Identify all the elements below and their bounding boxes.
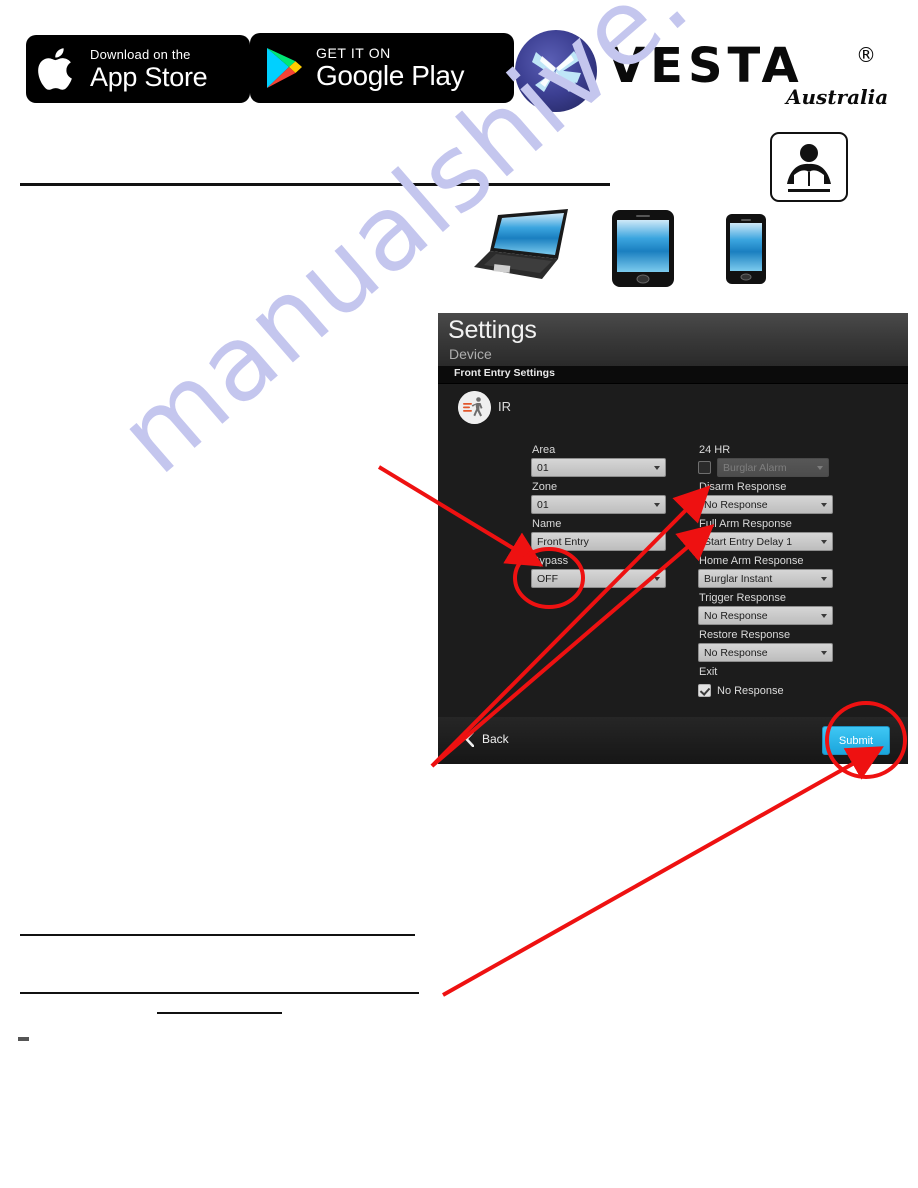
home-arm-response-value: Burglar Instant	[704, 572, 773, 585]
exit-no-response-checkbox[interactable]	[698, 684, 711, 697]
field-label-bypass: Bypass	[532, 555, 569, 567]
google-play-badge-large-text: Google Play	[316, 60, 465, 91]
field-label-disarm-response: Disarm Response	[699, 481, 787, 493]
app-store-badge-small-text: Download on the	[90, 46, 191, 62]
field-label-name: Name	[532, 518, 562, 530]
form-column-left: Area 01 Zone 01 Name Front Entry Bypass …	[531, 443, 666, 591]
chevron-down-icon	[821, 651, 827, 655]
device-type-label: IR	[498, 399, 511, 414]
submit-label: Submit	[838, 734, 874, 747]
chevron-down-icon	[817, 466, 823, 470]
field-label-zone: Zone	[532, 481, 558, 493]
field-bypass: Bypass OFF	[531, 554, 666, 588]
brand-region: Australia	[784, 85, 888, 109]
device-header-row: IR	[438, 384, 908, 428]
app-store-badge[interactable]: Download on the App Store	[26, 35, 250, 103]
laptop-image	[474, 209, 568, 279]
google-play-badge[interactable]: GET IT ON Google Play	[250, 33, 514, 103]
field-label-restore-response: Restore Response	[699, 629, 791, 641]
chevron-down-icon	[654, 466, 660, 470]
field-area: Area 01	[531, 443, 666, 477]
chevron-down-icon	[654, 503, 660, 507]
vesta-brand-name: VESTA	[608, 40, 804, 94]
zone-select-value: 01	[537, 498, 549, 511]
read-instructions-icon	[770, 132, 848, 202]
full-arm-response-value: Start Entry Delay 1	[704, 535, 793, 548]
footer-divider-3	[157, 1012, 282, 1014]
field-exit: Exit No Response	[698, 665, 833, 697]
footer-dash-mark	[18, 1037, 29, 1041]
back-button[interactable]: Back	[464, 731, 509, 747]
vesta-pinwheel-logo	[515, 30, 597, 112]
field-trigger-response: Trigger Response No Response	[698, 591, 833, 625]
motion-sensor-walking-icon	[458, 391, 491, 424]
chevron-down-icon	[821, 614, 827, 618]
chevron-down-icon	[821, 540, 827, 544]
chevron-left-icon	[465, 731, 474, 747]
registered-mark: ®	[856, 43, 876, 67]
24hr-alarm-type-select[interactable]: Burglar Alarm	[717, 458, 829, 477]
name-input[interactable]: Front Entry	[531, 532, 666, 551]
24hr-alarm-type-value: Burglar Alarm	[723, 461, 787, 474]
google-play-triangle-icon	[267, 48, 302, 88]
name-input-value: Front Entry	[537, 535, 589, 548]
vesta-wordmark: VESTA ® Australia	[608, 40, 888, 109]
page-subtitle: Device	[449, 346, 492, 362]
section-title: Front Entry Settings	[454, 367, 555, 379]
full-arm-response-select[interactable]: Start Entry Delay 1	[698, 532, 833, 551]
disarm-response-select[interactable]: No Response	[698, 495, 833, 514]
app-store-badge-large-text: App Store	[90, 61, 208, 92]
field-name: Name Front Entry	[531, 517, 666, 551]
field-label-24hr: 24 HR	[699, 444, 731, 456]
footer-divider-2	[20, 992, 419, 994]
disarm-response-value: No Response	[704, 498, 768, 511]
field-zone: Zone 01	[531, 480, 666, 514]
settings-app-panel: Settings Device Front Entry Settings IR …	[438, 313, 908, 764]
chevron-down-icon	[821, 577, 827, 581]
phone-image	[726, 214, 766, 284]
annotation-arrow-submit	[442, 746, 884, 997]
bypass-select[interactable]: OFF	[531, 569, 666, 588]
restore-response-select[interactable]: No Response	[698, 643, 833, 662]
field-24hr: 24 HR Burglar Alarm	[698, 443, 833, 477]
home-arm-response-select[interactable]: Burglar Instant	[698, 569, 833, 588]
trigger-response-value: No Response	[704, 609, 768, 622]
settings-form: Area 01 Zone 01 Name Front Entry Bypass …	[438, 428, 908, 720]
google-play-badge-small-text: GET IT ON	[316, 45, 391, 61]
area-select[interactable]: 01	[531, 458, 666, 477]
24hr-checkbox[interactable]	[698, 461, 711, 474]
section-bar: Front Entry Settings	[438, 366, 908, 384]
field-label-area: Area	[532, 444, 556, 456]
field-label-trigger-response: Trigger Response	[699, 592, 787, 604]
back-label: Back	[482, 732, 509, 746]
header-divider	[20, 183, 610, 186]
zone-select[interactable]: 01	[531, 495, 666, 514]
field-disarm-response: Disarm Response No Response	[698, 480, 833, 514]
form-column-right: 24 HR Burglar Alarm Disarm Response No R…	[698, 443, 833, 700]
restore-response-value: No Response	[704, 646, 768, 659]
chevron-down-icon	[654, 577, 660, 581]
chevron-down-icon	[821, 503, 827, 507]
tablet-image	[612, 210, 674, 287]
exit-no-response-label: No Response	[717, 684, 784, 697]
field-label-full-arm-response: Full Arm Response	[699, 518, 792, 530]
area-select-value: 01	[537, 461, 549, 474]
submit-button[interactable]: Submit	[822, 726, 890, 755]
field-restore-response: Restore Response No Response	[698, 628, 833, 662]
apple-icon	[38, 48, 72, 90]
bypass-select-value: OFF	[537, 572, 558, 585]
field-home-arm-response: Home Arm Response Burglar Instant	[698, 554, 833, 588]
panel-footer: Back Submit	[438, 717, 908, 764]
field-full-arm-response: Full Arm Response Start Entry Delay 1	[698, 517, 833, 551]
field-label-home-arm-response: Home Arm Response	[699, 555, 804, 567]
trigger-response-select[interactable]: No Response	[698, 606, 833, 625]
panel-titlebar: Settings Device	[438, 313, 908, 366]
field-label-exit: Exit	[699, 666, 718, 678]
page-title: Settings	[448, 316, 537, 344]
footer-divider-1	[20, 934, 415, 936]
